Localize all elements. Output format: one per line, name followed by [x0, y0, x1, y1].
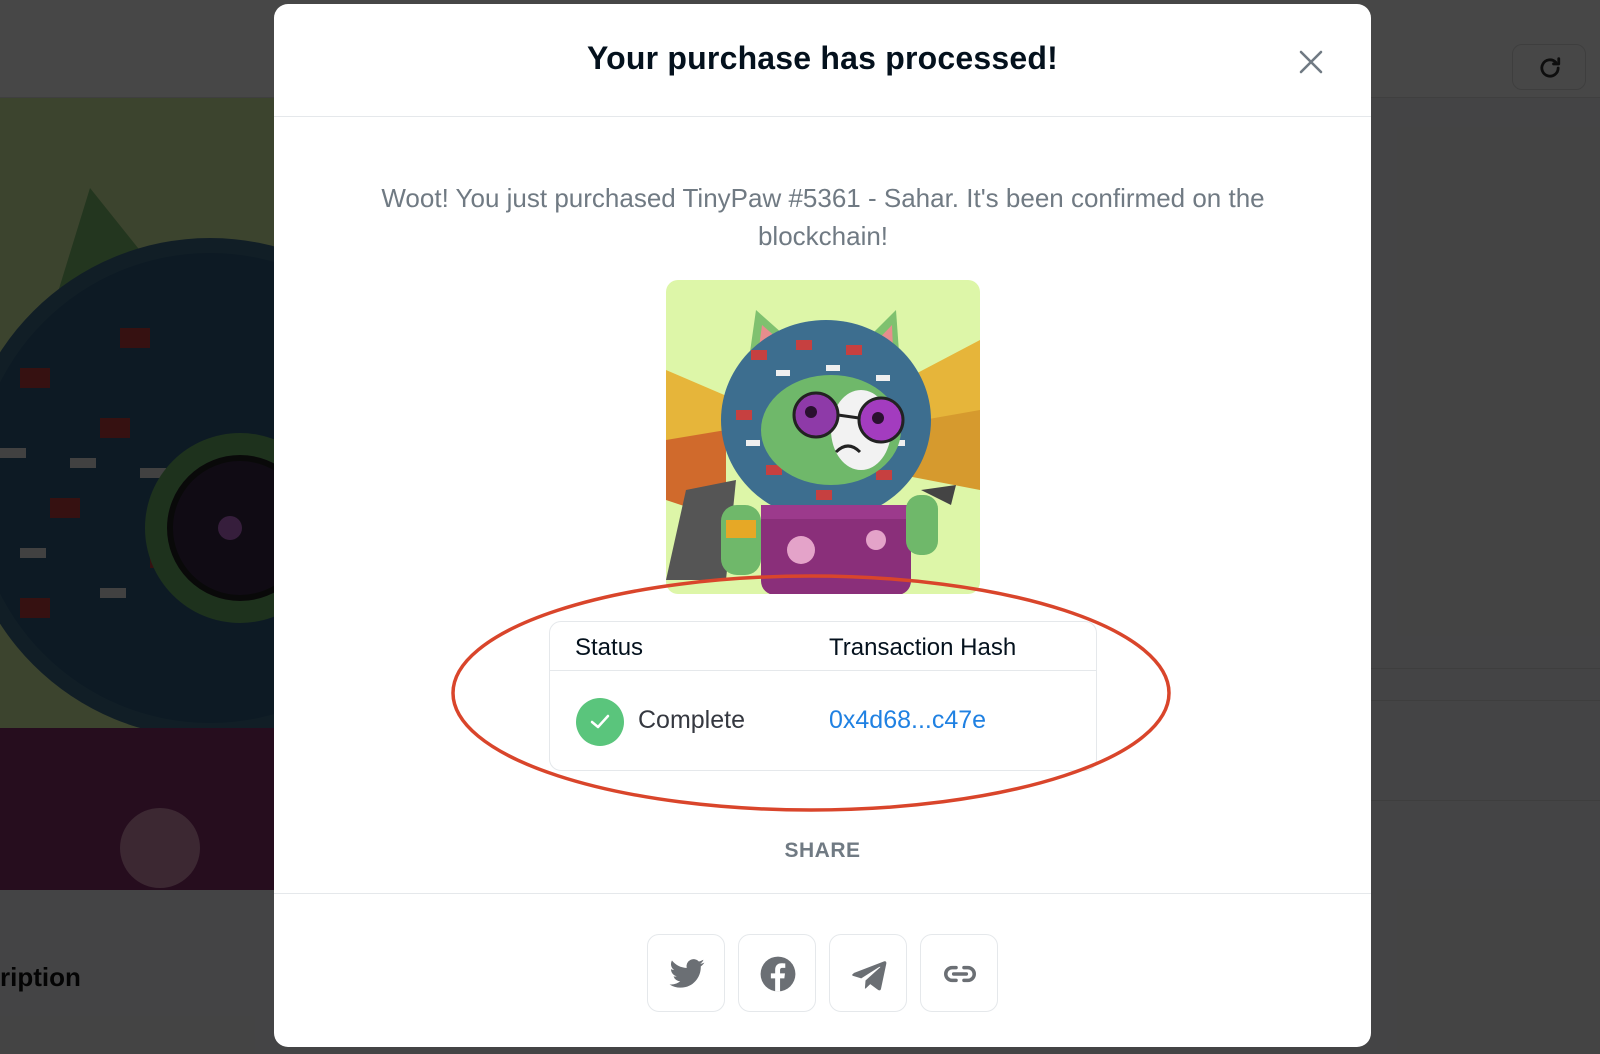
- nft-artwork: [666, 310, 980, 594]
- share-footer: [274, 893, 1371, 1047]
- telegram-icon: [852, 961, 887, 991]
- facebook-icon: [760, 956, 796, 992]
- purchase-success-modal: Your purchase has processed! Woot! You j…: [274, 4, 1371, 1047]
- twitter-icon: [669, 959, 705, 988]
- link-icon: [944, 965, 976, 983]
- modal-body: Woot! You just purchased TinyPaw #5361 -…: [274, 117, 1371, 892]
- annotation-ellipse: [451, 574, 1171, 812]
- share-twitter-button[interactable]: [647, 934, 725, 1012]
- share-telegram-button[interactable]: [829, 934, 907, 1012]
- close-icon: [1299, 50, 1323, 74]
- share-facebook-button[interactable]: [738, 934, 816, 1012]
- copy-link-button[interactable]: [920, 934, 998, 1012]
- modal-title: Your purchase has processed!: [587, 40, 1058, 76]
- share-label: SHARE: [784, 839, 861, 862]
- modal-header: Your purchase has processed!: [274, 4, 1371, 117]
- close-button[interactable]: [1297, 48, 1325, 76]
- purchase-message: Woot! You just purchased TinyPaw #5361 -…: [381, 183, 1265, 251]
- nft-image: [666, 280, 980, 594]
